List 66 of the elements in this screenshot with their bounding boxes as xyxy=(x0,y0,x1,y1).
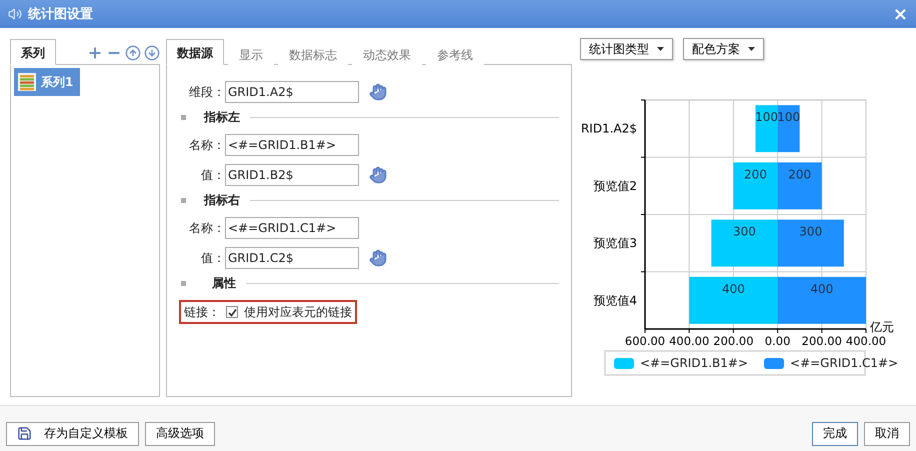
category-label: 预览值3 xyxy=(593,236,637,250)
field-label: 名称： xyxy=(188,220,225,236)
bar-value: 400 xyxy=(722,282,745,296)
category-label: RID1.A2$ xyxy=(580,122,637,136)
category-label: 预览值4 xyxy=(593,293,637,308)
tick-label: 400.00 xyxy=(669,334,710,347)
input-field[interactable]: <#=GRID1.C1#> xyxy=(225,217,359,239)
caret-icon xyxy=(657,47,664,51)
bar-value: 200 xyxy=(744,167,767,182)
tab[interactable]: 数据源 xyxy=(166,39,224,65)
field-label: 链接： xyxy=(184,304,220,320)
move-down-icon[interactable] xyxy=(144,45,160,61)
tick-label: 200.00 xyxy=(713,334,754,347)
section-title: 属性 xyxy=(211,275,236,292)
bar-value: 100 xyxy=(755,110,778,124)
add-icon[interactable] xyxy=(87,45,103,61)
save-icon xyxy=(17,426,32,441)
hand-icon[interactable] xyxy=(369,249,387,267)
window-title: 统计图设置 xyxy=(28,6,94,23)
bullet-icon xyxy=(181,198,186,203)
bar xyxy=(711,220,778,267)
bar-value: 300 xyxy=(799,224,822,239)
field-label: 值： xyxy=(200,250,225,266)
hand-icon[interactable] xyxy=(369,83,387,101)
field-label: 值： xyxy=(200,166,225,184)
bar-value: 200 xyxy=(788,167,812,182)
bar xyxy=(778,220,844,267)
dropdown-button[interactable]: 统计图类型 xyxy=(580,38,673,60)
bar xyxy=(778,105,800,152)
legend-label: <#=GRID1.B1#> xyxy=(640,356,748,370)
cancel-button[interactable]: 取消 xyxy=(864,422,910,446)
bar xyxy=(778,162,822,210)
tick-label: 400.00 xyxy=(846,334,886,347)
bar xyxy=(756,105,778,152)
hand-icon[interactable] xyxy=(369,166,387,184)
bar-value: 100 xyxy=(777,110,800,124)
legend-label: <#=GRID1.C1#> xyxy=(790,356,898,370)
field-label: 维段： xyxy=(188,84,225,100)
tick-label: 600.00 xyxy=(624,334,666,347)
bar-value: 400 xyxy=(810,282,834,296)
axis-unit: 亿元 xyxy=(870,320,894,334)
options-button[interactable]: 高级选项 xyxy=(145,422,215,446)
category-label: 预览值2 xyxy=(593,178,637,193)
dimension-field[interactable]: GRID1.A2$ xyxy=(225,81,359,103)
bullet-icon xyxy=(181,115,186,120)
tab[interactable]: 系列 xyxy=(10,39,56,65)
bar-value: 300 xyxy=(733,224,756,239)
section-title: 指标右 xyxy=(202,192,240,209)
bar xyxy=(733,162,778,210)
checkbox[interactable] xyxy=(226,306,238,318)
finish-button[interactable]: 完成 xyxy=(812,422,858,446)
save-template-button[interactable]: 存为自定义模板 xyxy=(6,422,139,446)
input-field[interactable]: GRID1.B2$ xyxy=(225,164,359,186)
input-field[interactable]: <#=GRID1.B1#> xyxy=(225,134,359,156)
move-up-icon[interactable] xyxy=(125,45,141,61)
bullet-icon xyxy=(181,281,186,286)
section-title: 指标左 xyxy=(202,109,240,126)
dropdown-button[interactable]: 配色方案 xyxy=(683,38,764,60)
speaker-icon xyxy=(8,7,22,21)
input-field[interactable]: GRID1.C2$ xyxy=(225,247,359,269)
caret-icon xyxy=(748,47,755,51)
checkbox-label: 使用对应表元的链接 xyxy=(244,304,352,320)
tick-label: 0.00 xyxy=(764,334,790,347)
bar-chart-icon xyxy=(17,72,37,92)
field-label: 名称： xyxy=(188,136,225,154)
tick-label: 200.00 xyxy=(802,334,842,347)
